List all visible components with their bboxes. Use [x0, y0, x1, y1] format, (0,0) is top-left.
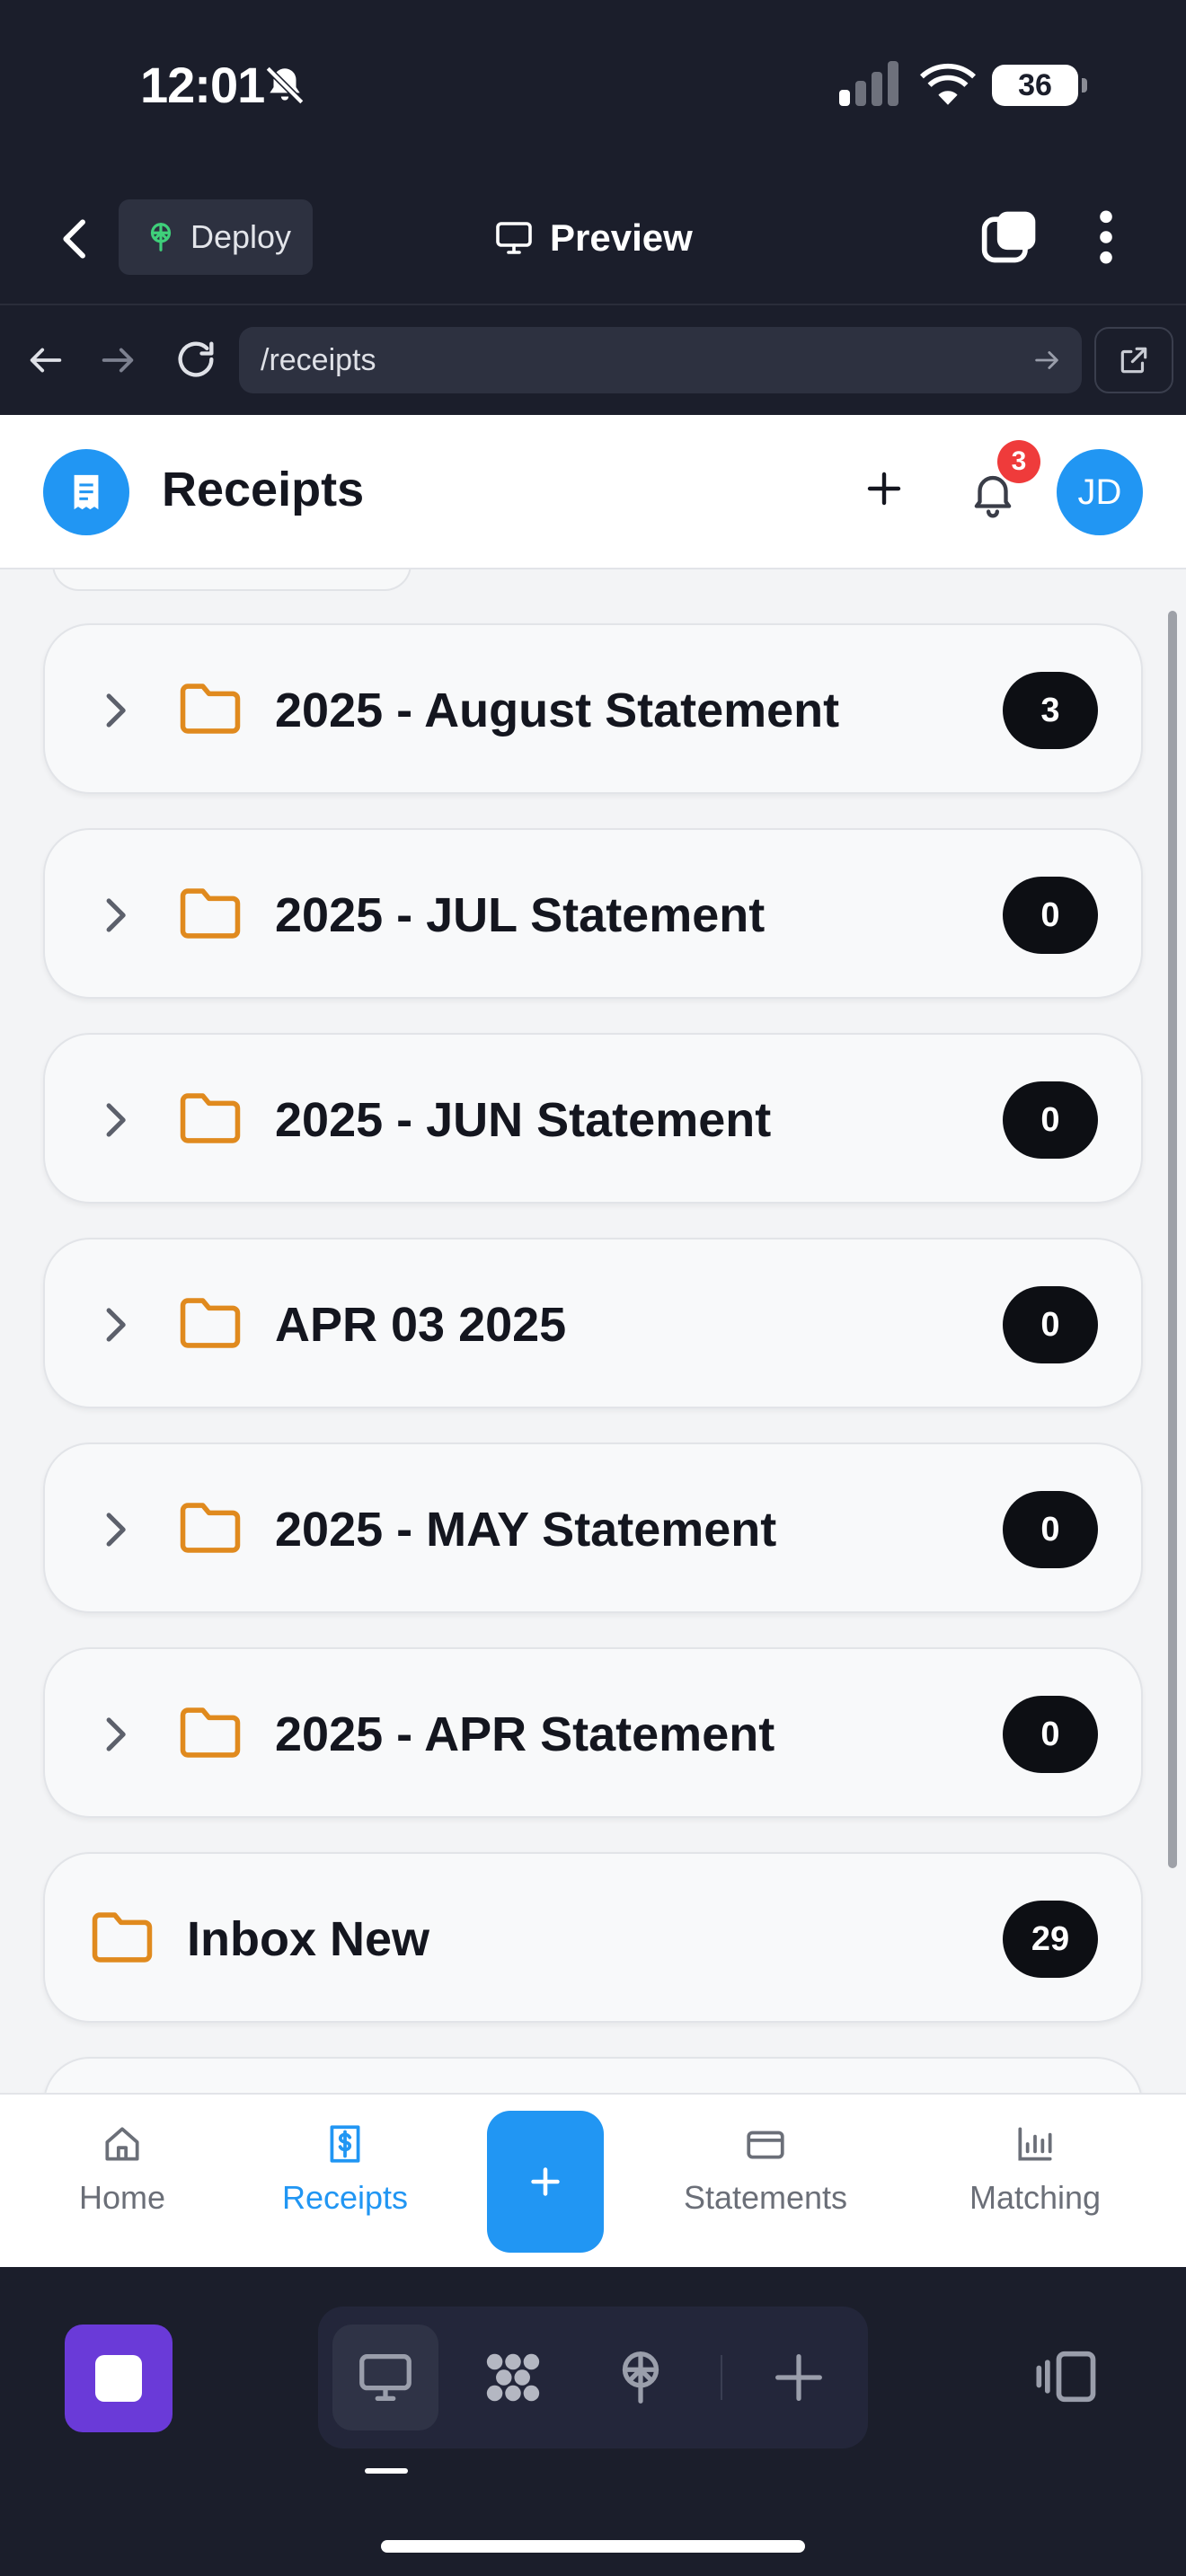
dock-add-button[interactable] — [746, 2325, 852, 2430]
count-badge: 0 — [1003, 1286, 1098, 1363]
folder-card[interactable]: 2025 - JUN Statement 0 — [43, 1033, 1143, 1204]
back-chevron-icon[interactable] — [47, 210, 104, 268]
plus-icon — [775, 2354, 822, 2401]
chevron-right-icon[interactable] — [101, 690, 129, 731]
tabs-icon[interactable] — [979, 207, 1040, 268]
receipt-icon — [74, 474, 99, 510]
preview-title: Preview — [492, 207, 693, 269]
agent-swirl-icon — [486, 2353, 540, 2402]
notification-badge: 3 — [997, 440, 1040, 483]
status-bar: 12:01 36 — [0, 0, 1186, 171]
tab-receipts-label: Receipts — [281, 2179, 409, 2216]
bell-slash-icon — [265, 66, 305, 105]
chevron-right-icon[interactable] — [101, 1304, 129, 1345]
stop-app-button[interactable] — [65, 2325, 173, 2432]
scrollbar[interactable] — [1168, 611, 1177, 1868]
avatar[interactable]: JD — [1057, 449, 1143, 535]
arrow-right-icon[interactable] — [97, 340, 138, 381]
web-content: 2025 - August Statement 3 2025 - JUL State… — [0, 415, 1186, 2267]
folder-name: 2025 - August Statement — [275, 684, 840, 737]
page-title: Receipts — [162, 463, 365, 516]
folder-icon — [180, 888, 241, 939]
split-view-icon[interactable] — [1033, 2342, 1102, 2411]
folder-card[interactable]: 2025 - APR Statement 0 — [43, 1647, 1143, 1818]
folder-card[interactable]: Inbox New 29 — [43, 1852, 1143, 2023]
count-badge: 3 — [1003, 672, 1098, 749]
receipt-logo — [43, 449, 129, 535]
folder-icon — [180, 1503, 241, 1553]
external-link-icon — [1120, 347, 1147, 374]
folder-icon — [180, 1707, 241, 1758]
deploy-label: Deploy — [190, 218, 292, 255]
chevron-right-icon[interactable] — [101, 895, 129, 936]
count-badge: 0 — [1003, 1081, 1098, 1159]
folder-card[interactable]: 2025 - MAY Statement 0 — [43, 1442, 1143, 1613]
bar-chart-icon — [1018, 2127, 1052, 2161]
home-indicator[interactable] — [381, 2540, 805, 2553]
monitor-icon — [359, 2354, 412, 2401]
folder-name: 2025 - APR Statement — [275, 1707, 775, 1761]
folder-name: 2025 - JUN Statement — [275, 1093, 772, 1147]
dock-deploy-button[interactable] — [588, 2325, 694, 2430]
tab-home-label: Home — [78, 2179, 166, 2216]
battery-indicator: 36 — [992, 65, 1087, 106]
receipt-dollar-icon — [330, 2125, 360, 2163]
bottom-dock — [0, 2267, 1186, 2576]
folder-card[interactable]: 2025 - August Statement 3 — [43, 623, 1143, 794]
count-badge: 0 — [1003, 1696, 1098, 1773]
plus-icon — [531, 2167, 560, 2196]
deploy-icon — [150, 223, 172, 251]
active-tab-indicator — [365, 2468, 408, 2474]
preview-label: Preview — [550, 216, 693, 259]
arrow-left-icon[interactable] — [25, 340, 66, 381]
dock-divider — [721, 2355, 722, 2400]
chevron-right-icon[interactable] — [101, 1099, 129, 1141]
open-external-button[interactable] — [1094, 327, 1173, 393]
folder-icon — [180, 1298, 241, 1348]
tab-matching[interactable]: Matching — [936, 2122, 1134, 2247]
dock-preview-button[interactable] — [332, 2325, 438, 2430]
reload-icon[interactable] — [173, 336, 219, 383]
signal-icon — [839, 61, 898, 106]
tab-receipts[interactable]: Receipts — [246, 2122, 444, 2247]
folder-name: 2025 - JUL Statement — [275, 888, 766, 942]
folder-name: 2025 - MAY Statement — [275, 1503, 777, 1557]
count-badge: 0 — [1003, 877, 1098, 954]
browser-toolbar: /receipts — [0, 304, 1186, 415]
dock-tool-group — [318, 2307, 868, 2448]
folder-name: APR 03 2025 — [275, 1298, 567, 1352]
tab-statements[interactable]: Statements — [667, 2122, 864, 2247]
add-fab-button[interactable] — [487, 2111, 604, 2253]
add-icon[interactable] — [863, 467, 906, 510]
credit-card-icon — [747, 2130, 784, 2159]
tab-statements-label: Statements — [683, 2179, 848, 2216]
folder-card[interactable]: 2025 - JUL Statement 0 — [43, 828, 1143, 999]
folder-icon — [92, 1912, 153, 1963]
app-header: Deploy Preview — [0, 180, 1186, 293]
bottom-tab-bar: Home Receipts Statements Matching — [0, 2093, 1186, 2267]
go-arrow-icon[interactable] — [1031, 345, 1062, 375]
monitor-icon — [496, 222, 532, 254]
home-icon — [105, 2127, 139, 2161]
tab-home[interactable]: Home — [23, 2122, 221, 2247]
url-input[interactable]: /receipts — [239, 327, 1082, 393]
deploy-icon — [622, 2351, 659, 2404]
chevron-right-icon[interactable] — [101, 1714, 129, 1755]
folder-card[interactable]: APR 03 2025 0 — [43, 1238, 1143, 1408]
page-header: Receipts 3 JD — [0, 415, 1186, 569]
folder-icon — [180, 684, 241, 734]
tab-matching-label: Matching — [969, 2179, 1102, 2216]
chevron-right-icon[interactable] — [101, 1509, 129, 1550]
deploy-button[interactable]: Deploy — [119, 199, 313, 275]
folder-name: Inbox New — [187, 1912, 430, 1966]
dock-agent-button[interactable] — [460, 2325, 566, 2430]
status-time: 12:01 — [140, 57, 265, 113]
folder-icon — [180, 1093, 241, 1143]
count-badge: 29 — [1003, 1901, 1098, 1978]
url-text: /receipts — [261, 342, 376, 377]
more-vertical-icon[interactable] — [1093, 207, 1120, 268]
count-badge: 0 — [1003, 1491, 1098, 1568]
wifi-icon — [920, 63, 976, 105]
